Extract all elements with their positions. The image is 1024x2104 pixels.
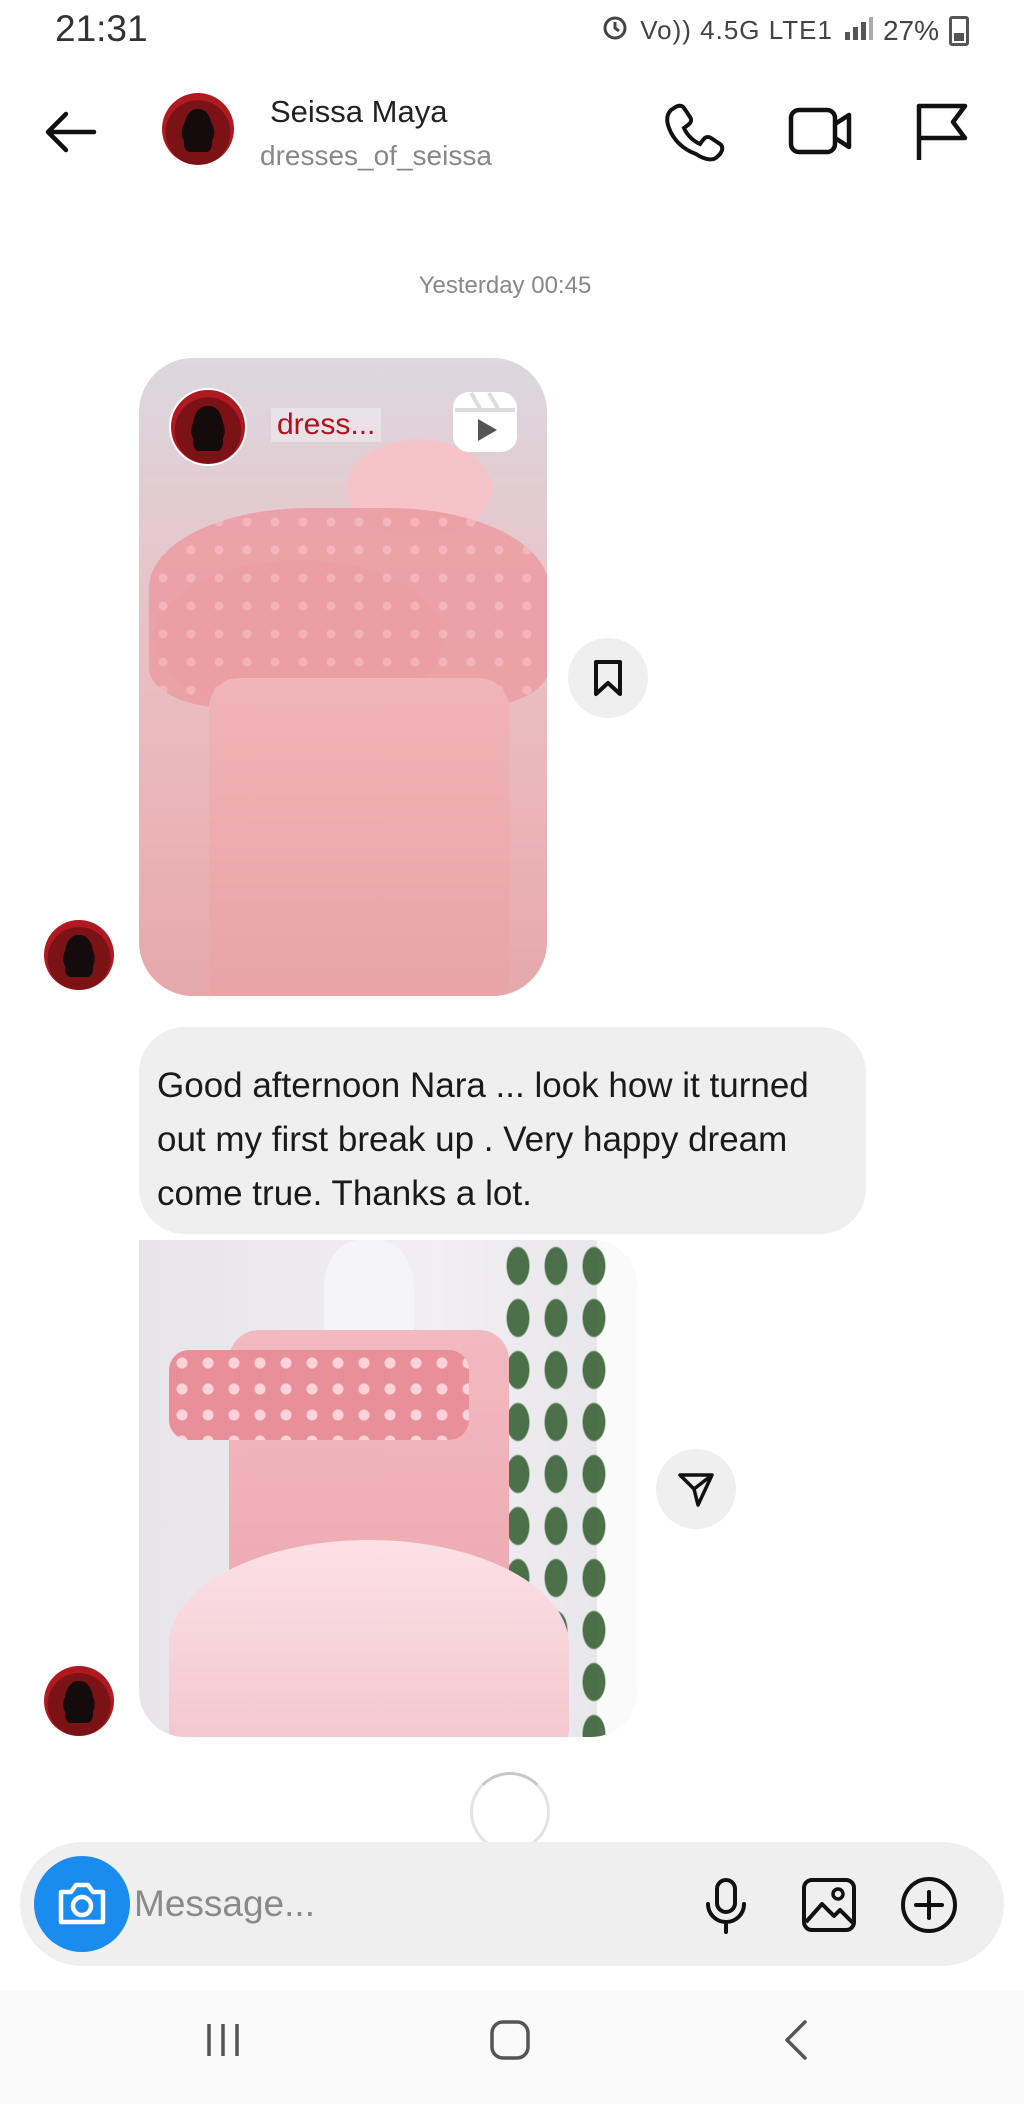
camera-button[interactable] bbox=[34, 1856, 130, 1952]
recent-apps-icon bbox=[207, 2024, 239, 2056]
photo-dress-ruffles bbox=[169, 1350, 469, 1440]
loading-spinner bbox=[470, 1772, 550, 1852]
camera-icon bbox=[58, 1882, 106, 1925]
battery-percent: 27% bbox=[882, 14, 939, 46]
battery-icon bbox=[949, 15, 969, 46]
home-icon bbox=[490, 2020, 530, 2060]
back-arrow-icon bbox=[45, 111, 97, 153]
message-input[interactable] bbox=[134, 1872, 694, 1936]
voice-message-button[interactable] bbox=[695, 1874, 757, 1936]
message-bubble[interactable]: Good afternoon Nara ... look how it turn… bbox=[139, 1027, 866, 1234]
status-bar: 21:31 Vo)) 4.5G LTE1 27% bbox=[0, 0, 1024, 60]
flag-icon bbox=[916, 103, 968, 160]
signal-icon bbox=[843, 15, 873, 47]
save-button[interactable] bbox=[568, 638, 648, 718]
reels-icon bbox=[453, 391, 517, 452]
reel-author-avatar[interactable] bbox=[169, 388, 247, 466]
shared-reel[interactable]: dress... bbox=[139, 358, 547, 996]
alarm-icon bbox=[600, 12, 630, 49]
message-composer bbox=[20, 1842, 1004, 1966]
system-nav-bar bbox=[0, 1990, 1024, 2104]
more-button[interactable] bbox=[898, 1874, 960, 1936]
thread-timestamp: Yesterday 00:45 bbox=[418, 272, 592, 299]
chevron-left-icon bbox=[785, 2020, 807, 2060]
video-camera-icon bbox=[788, 107, 852, 155]
contact-name[interactable]: Seissa Maya bbox=[270, 94, 447, 130]
system-back-button[interactable] bbox=[757, 2010, 837, 2070]
sender-avatar[interactable] bbox=[44, 920, 114, 990]
contact-handle[interactable]: dresses_of_seissa bbox=[260, 140, 492, 172]
photo-dress-skirt bbox=[169, 1540, 569, 1737]
home-button[interactable] bbox=[470, 2010, 550, 2070]
bookmark-icon bbox=[594, 660, 622, 696]
video-call-button[interactable] bbox=[785, 96, 855, 166]
shared-photo[interactable] bbox=[139, 1240, 637, 1737]
send-icon bbox=[678, 1473, 714, 1507]
plus-circle-icon bbox=[901, 1877, 957, 1933]
reel-author-name[interactable]: dress... bbox=[271, 408, 382, 442]
header-avatar[interactable] bbox=[162, 93, 234, 165]
gallery-icon bbox=[802, 1878, 856, 1932]
microphone-icon bbox=[706, 1878, 746, 1934]
report-button[interactable] bbox=[905, 96, 975, 166]
recent-apps-button[interactable] bbox=[183, 2010, 263, 2070]
gallery-button[interactable] bbox=[798, 1874, 860, 1936]
network-indicator: Vo)) 4.5G LTE1 bbox=[640, 15, 833, 45]
phone-icon bbox=[665, 103, 725, 162]
status-time: 21:31 bbox=[55, 8, 148, 49]
status-indicators: Vo)) 4.5G LTE1 27% bbox=[600, 12, 969, 49]
back-button[interactable] bbox=[38, 100, 102, 164]
call-button[interactable] bbox=[660, 96, 730, 166]
sender-avatar[interactable] bbox=[44, 1666, 114, 1736]
share-button[interactable] bbox=[656, 1449, 736, 1529]
message-text: Good afternoon Nara ... look how it turn… bbox=[157, 1066, 809, 1213]
chat-header: Seissa Maya dresses_of_seissa bbox=[0, 60, 1024, 200]
